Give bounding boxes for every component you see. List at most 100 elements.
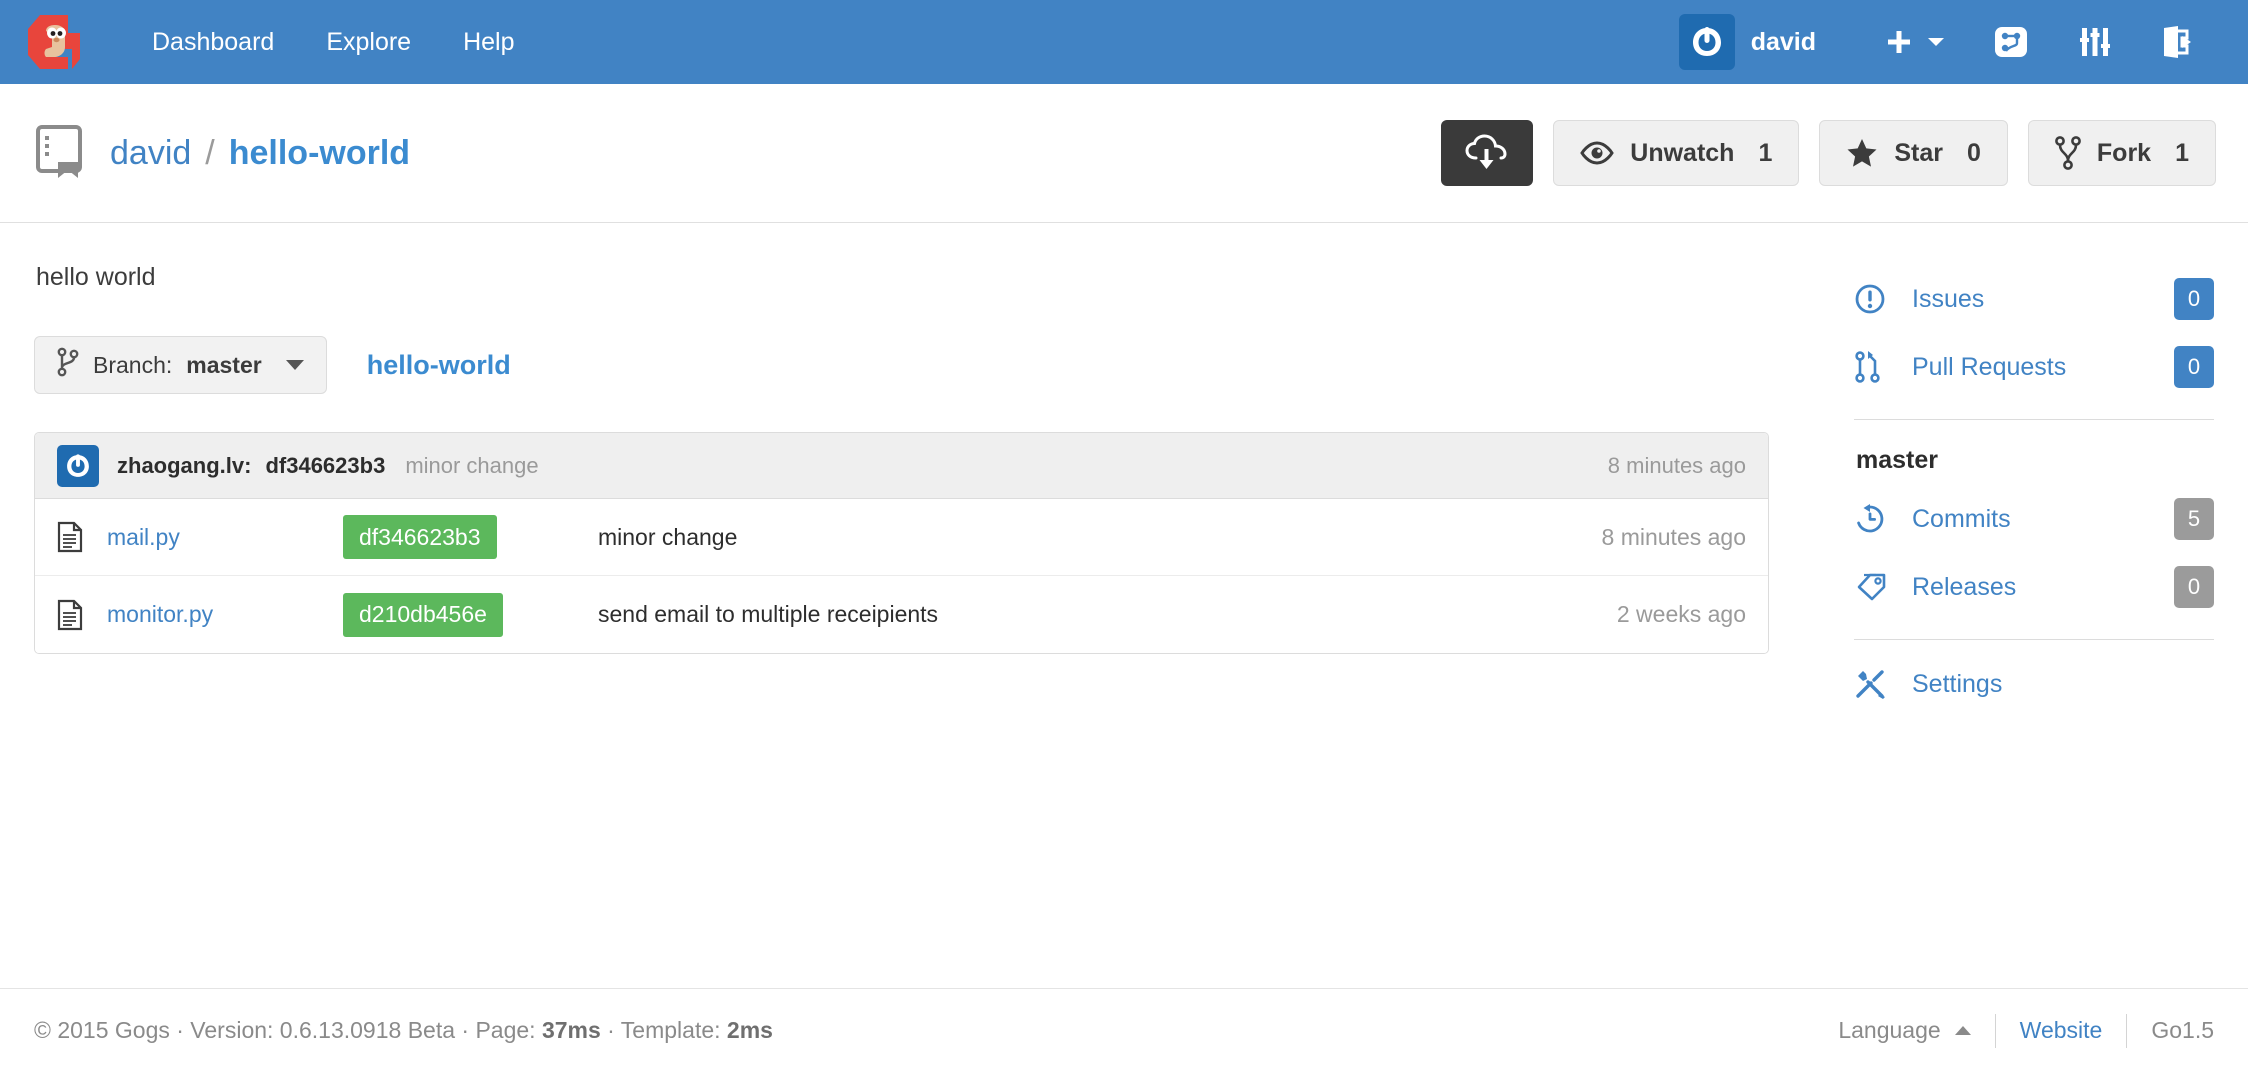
unwatch-button[interactable]: Unwatch 1 (1553, 120, 1800, 186)
nav-help[interactable]: Help (437, 0, 540, 84)
sidebar-divider-top (1854, 419, 2214, 420)
file-text-icon (57, 599, 91, 631)
chevron-down-icon (285, 360, 304, 370)
sidebar-item-settings[interactable]: Settings (1854, 650, 2214, 718)
repository-header: david / hello-world Unwatch 1 Star 0 For… (0, 84, 2248, 223)
git-pull-request-icon (1854, 350, 1896, 384)
file-commit-message: send email to multiple receipients (598, 601, 939, 627)
history-icon (1854, 503, 1896, 535)
footer-template-prefix: · Template: (600, 1017, 727, 1043)
commits-count-badge: 5 (2174, 498, 2214, 540)
repo-owner-link[interactable]: david (110, 134, 191, 173)
file-name-link[interactable]: monitor.py (107, 601, 343, 628)
cloud-download-icon (1465, 134, 1507, 169)
latest-commit-sha[interactable]: df346623b3 (265, 453, 385, 479)
watch-count: 1 (1758, 138, 1773, 167)
plus-icon (1888, 31, 1910, 53)
star-label: Star (1894, 138, 1943, 167)
issues-count-badge: 0 (2174, 278, 2214, 320)
branch-prefix-label: Branch: (93, 351, 173, 378)
footer-copyright: © 2015 Gogs · Version: 0.6.13.0918 Beta … (34, 1017, 773, 1044)
repo-name-link[interactable]: hello-world (229, 134, 410, 173)
file-list-table: zhaogang.lv: df346623b3 minor change 8 m… (34, 432, 1769, 654)
tools-icon (1854, 668, 1896, 700)
primary-nav: Dashboard Explore Help (126, 0, 541, 84)
issue-opened-icon (1854, 283, 1896, 315)
top-navbar: Dashboard Explore Help david (0, 0, 2248, 84)
footer-copyright-text: © 2015 Gogs · Version: 0.6.13.0918 Beta … (34, 1017, 542, 1043)
sidebar-commits-label: Commits (1912, 504, 2011, 533)
footer-template-time: 2ms (726, 1017, 773, 1043)
sidebar-item-issues[interactable]: Issues 0 (1854, 265, 2214, 333)
file-sha-cell: d210db456e (343, 592, 598, 637)
latest-commit-time: 8 minutes ago (1607, 452, 1746, 478)
sidebar-divider-bottom (1854, 639, 2214, 640)
repo-separator: / (205, 133, 215, 172)
tag-icon (1854, 572, 1896, 602)
sidebar-item-pull-requests[interactable]: Pull Requests 0 (1854, 333, 2214, 401)
website-link[interactable]: Website (2020, 1017, 2103, 1044)
commit-author-avatar (57, 444, 99, 487)
file-text-icon (57, 521, 91, 553)
file-sha-cell: df346623b3 (343, 515, 598, 559)
commit-sha-badge[interactable]: df346623b3 (343, 515, 497, 559)
path-breadcrumb[interactable]: hello-world (367, 350, 511, 381)
sidebar-item-releases[interactable]: Releases 0 (1854, 553, 2214, 621)
create-new-dropdown[interactable] (1862, 27, 1968, 57)
file-commit-message: minor change (598, 523, 738, 550)
commit-sha-badge[interactable]: d210db456e (343, 592, 503, 637)
gogs-repository-page: Dashboard Explore Help david david / hel… (0, 0, 2248, 1072)
branch-and-path-row: Branch: master hello-world (34, 336, 1824, 394)
footer-divider-2 (2126, 1013, 2128, 1048)
repo-breadcrumb: david / hello-world (110, 134, 410, 173)
branch-value: master (186, 351, 262, 378)
branch-selector[interactable]: Branch: master (34, 336, 327, 394)
latest-commit-message: minor change (405, 452, 539, 478)
sidebar-issues-label: Issues (1912, 284, 1985, 313)
fork-icon (2055, 136, 2081, 170)
navbar-right-group: david (1678, 0, 2218, 84)
sidebar-settings-label: Settings (1912, 669, 2003, 698)
unwatch-label: Unwatch (1630, 138, 1735, 167)
clone-download-button[interactable] (1441, 120, 1534, 186)
go-version-label: Go1.5 (2151, 1017, 2214, 1043)
repository-actions: Unwatch 1 Star 0 Fork 1 (1441, 120, 2216, 186)
nav-explore[interactable]: Explore (300, 0, 437, 84)
sidebar-branch-heading: master (1856, 446, 1938, 474)
footer-links: Language Website Go1.5 (1838, 1013, 2214, 1048)
settings-sliders-icon[interactable] (2054, 0, 2136, 84)
latest-commit-header: zhaogang.lv: df346623b3 minor change 8 m… (35, 433, 1768, 499)
pull-requests-count-badge: 0 (2174, 346, 2214, 388)
footer-page-time: 37ms (541, 1017, 601, 1043)
gogs-logo-icon[interactable] (22, 9, 88, 75)
fork-button[interactable]: Fork 1 (2027, 120, 2216, 186)
file-commit-time: 2 weeks ago (1616, 601, 1746, 627)
user-avatar[interactable] (1678, 14, 1735, 70)
my-repositories-icon[interactable] (1968, 0, 2054, 84)
table-row[interactable]: monitor.py d210db456e send email to mult… (35, 576, 1768, 653)
fork-label: Fork (2096, 138, 2152, 167)
repo-book-icon (34, 124, 86, 182)
fork-count: 1 (2175, 138, 2189, 167)
sidebar-item-commits[interactable]: Commits 5 (1854, 485, 2214, 553)
user-name[interactable]: david (1751, 28, 1816, 57)
footer-divider-1 (1994, 1013, 1996, 1048)
sidebar-pull-requests-label: Pull Requests (1912, 352, 2067, 381)
file-name-link[interactable]: mail.py (107, 524, 343, 551)
star-button[interactable]: Star 0 (1819, 120, 2008, 186)
chevron-up-icon (1954, 1026, 1971, 1035)
eye-icon (1580, 141, 1615, 165)
file-commit-time: 8 minutes ago (1601, 523, 1746, 550)
releases-count-badge: 0 (2174, 566, 2214, 608)
repo-description: hello world (36, 263, 156, 291)
language-label: Language (1838, 1017, 1941, 1043)
nav-dashboard[interactable]: Dashboard (126, 0, 300, 84)
sign-out-icon[interactable] (2136, 0, 2218, 84)
star-icon (1846, 138, 1878, 168)
commit-author-name: zhaogang.lv: (117, 452, 252, 478)
table-row[interactable]: mail.py df346623b3 minor change 8 minute… (35, 499, 1768, 576)
git-branch-icon (57, 347, 79, 383)
language-selector[interactable]: Language (1838, 1017, 1971, 1044)
page-footer: © 2015 Gogs · Version: 0.6.13.0918 Beta … (0, 988, 2248, 1072)
repository-sidebar: Issues 0 Pull Requests 0 master Commits … (1824, 223, 2214, 988)
